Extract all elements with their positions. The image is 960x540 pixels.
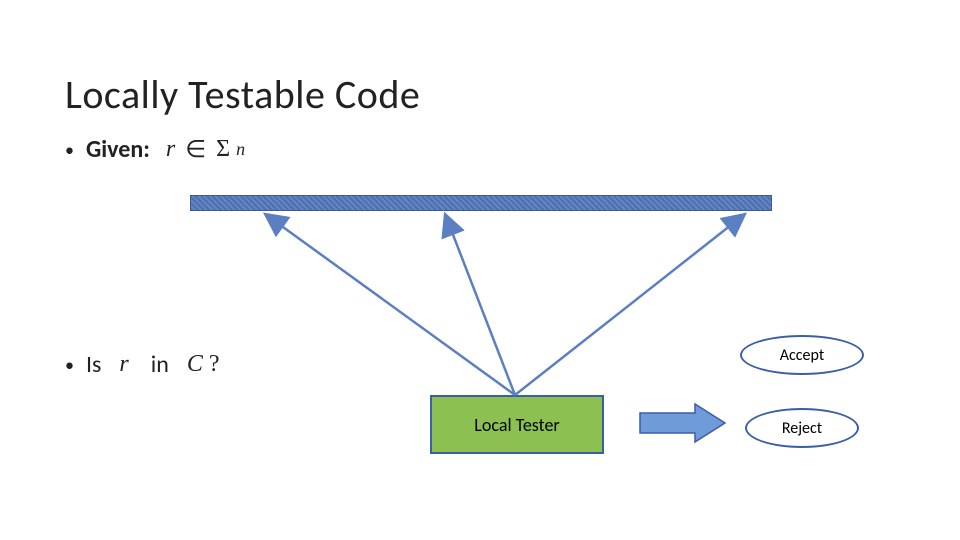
output-arrow-icon <box>640 404 725 442</box>
question-line: • Is r in C? <box>65 350 220 379</box>
question-mid: in <box>151 350 169 379</box>
given-in: ∈ <box>185 135 206 164</box>
query-arrow-2 <box>445 214 515 395</box>
given-line: • Given: r ∈ Σn <box>65 135 245 164</box>
accept-label: Accept <box>780 346 824 365</box>
question-prefix: Is <box>86 350 101 379</box>
bullet-icon: • <box>65 141 74 159</box>
reject-ellipse: Reject <box>745 408 859 448</box>
question-q: ? <box>209 351 220 378</box>
bullet-icon: • <box>65 356 74 374</box>
query-arrow-1 <box>265 214 515 395</box>
reject-label: Reject <box>782 419 822 438</box>
given-r: r <box>166 136 175 163</box>
query-arrow-3 <box>515 214 745 395</box>
local-tester-label: Local Tester <box>474 414 559 436</box>
given-sup: n <box>236 139 245 160</box>
given-sigma: Σ <box>216 136 230 163</box>
question-C: C <box>187 351 203 378</box>
accept-ellipse: Accept <box>740 335 864 375</box>
question-r: r <box>119 351 128 378</box>
given-label: Given: <box>86 135 150 164</box>
slide-title: Locally Testable Code <box>65 70 420 119</box>
local-tester-box: Local Tester <box>430 395 604 454</box>
input-tape <box>190 195 772 211</box>
slide: Locally Testable Code • Given: r ∈ Σn • … <box>0 0 960 540</box>
